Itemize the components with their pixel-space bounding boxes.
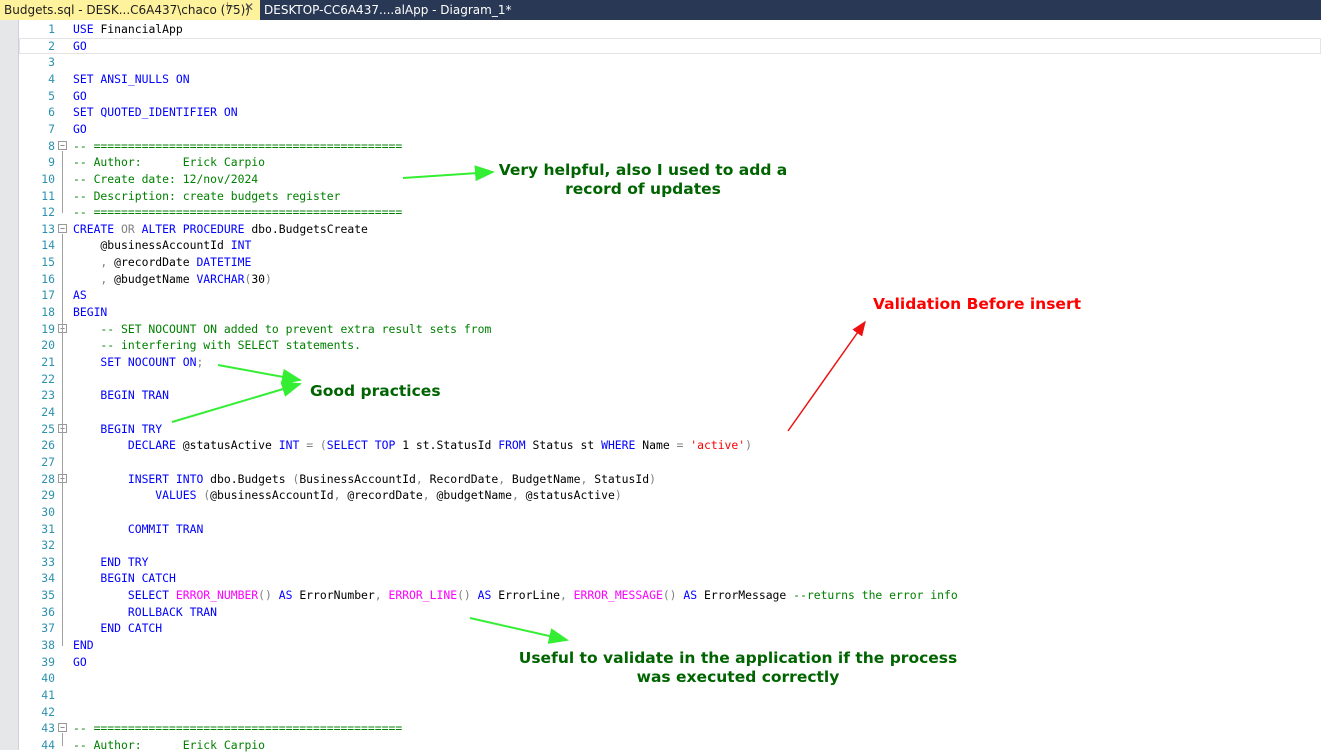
arrow-helpful [402,165,495,182]
arrow-nocount [217,364,302,385]
arrow-validation [787,320,866,432]
annotation-line: was executed correctly [636,668,840,686]
annotation-useful: Useful to validate in the application if… [500,649,976,687]
annotation-line: record of updates [565,180,721,198]
annotation-validation: Validation Before insert [873,295,1081,314]
annotation-good-practices: Good practices [310,382,441,401]
annotation-arrows [171,165,866,644]
arrow-begin-try [171,381,302,423]
annotation-line: Very helpful, also I used to add a [498,161,788,179]
annotation-helpful: Very helpful, also I used to add a recor… [483,161,803,199]
annotation-line: Good practices [310,382,441,400]
arrow-useful [469,617,569,644]
annotation-line: Useful to validate in the application if… [518,649,958,667]
annotation-line: Validation Before insert [873,295,1082,313]
